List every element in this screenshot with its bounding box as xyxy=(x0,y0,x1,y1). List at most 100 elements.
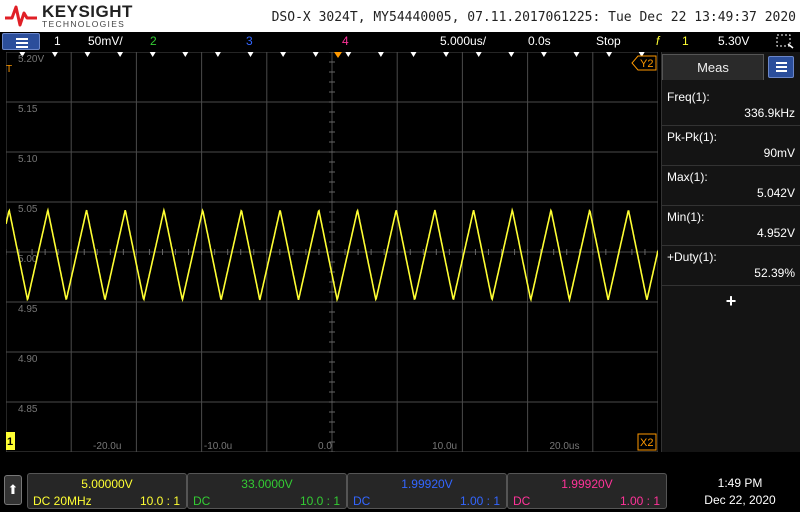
y-axis-labels: 5.20V 5.15 5.10 5.05 5.00 4.95 4.90 4.85 xyxy=(18,54,44,415)
trigger-source[interactable]: 1 xyxy=(682,34,689,48)
top-marker xyxy=(51,52,58,57)
measurement-label: Max(1): xyxy=(667,170,708,184)
measurement-value: 52.39% xyxy=(754,266,795,280)
brand-subtitle: TECHNOLOGIES xyxy=(42,19,126,29)
measurement-item[interactable]: Pk-Pk(1): 90mV xyxy=(662,126,800,166)
y-axis-label: 5.00 xyxy=(18,254,38,265)
tab-meas[interactable]: Meas xyxy=(662,54,764,80)
top-marker xyxy=(508,52,515,57)
measurement-item[interactable]: Freq(1): 336.9kHz xyxy=(662,86,800,126)
channel-offset: 5.00000V xyxy=(81,477,133,491)
trigger-position-marker[interactable] xyxy=(334,52,342,58)
clock-date: Dec 22, 2020 xyxy=(704,493,776,507)
x-axis-label: 20.0us xyxy=(549,441,579,452)
channel-coupling: DC 20MHz xyxy=(33,494,92,508)
measurement-label: Min(1): xyxy=(667,210,705,224)
main-menu-button[interactable] xyxy=(2,33,40,50)
top-marker xyxy=(149,52,156,57)
status-bar: 1 50mV/ 2 3 4 5.000us/ 0.0s Stop f 1 5.3… xyxy=(0,32,800,51)
top-marker xyxy=(443,52,450,57)
channel-probe-ratio: 10.0 : 1 xyxy=(299,494,340,508)
measurement-value: 4.952V xyxy=(756,226,795,240)
y-axis-label: 4.95 xyxy=(18,304,38,315)
channel-2-box[interactable]: 33.0000V DC 10.0 : 1 xyxy=(187,473,347,509)
measurements-panel: Meas Freq(1): 336.9kHz Pk-Pk(1): 90mV Max(1)… xyxy=(661,52,800,452)
ch1-number[interactable]: 1 xyxy=(54,34,61,48)
ch1-scale[interactable]: 50mV/ xyxy=(88,34,123,48)
x-axis-labels: -20.0u -10.0u 0.0 10.0u 20.0us xyxy=(93,441,579,452)
ch3-number[interactable]: 3 xyxy=(246,34,253,48)
top-marker xyxy=(312,52,319,57)
y-axis-label: 5.05 xyxy=(18,204,38,215)
panel-menu-button[interactable] xyxy=(768,56,794,78)
top-marker xyxy=(214,52,221,57)
timebase-scale[interactable]: 5.000us/ xyxy=(440,34,486,48)
keysight-logo-icon xyxy=(5,5,37,27)
clock-time: 1:49 PM xyxy=(717,476,763,490)
run-state[interactable]: Stop xyxy=(596,34,621,48)
add-measurement-button[interactable]: + xyxy=(722,292,740,310)
measurement-value: 5.042V xyxy=(756,186,795,200)
up-arrow-button[interactable]: ⬆ xyxy=(4,475,22,505)
measurement-label: Freq(1): xyxy=(667,90,710,104)
top-marker xyxy=(117,52,124,57)
top-marker xyxy=(84,52,91,57)
top-marker xyxy=(247,52,254,57)
channel-probe-ratio: 10.0 : 1 xyxy=(139,494,180,508)
top-marker xyxy=(540,52,547,57)
y-axis-label: 5.15 xyxy=(18,104,38,115)
ch1-marker-label: 1 xyxy=(7,436,13,448)
trigger-level[interactable]: 5.30V xyxy=(718,34,749,48)
top-marker xyxy=(182,52,189,57)
top-marker xyxy=(377,52,384,57)
y-axis-label: 5.20V xyxy=(18,54,44,65)
channel-1-box[interactable]: 5.00000V DC 20MHz 10.0 : 1 xyxy=(27,473,187,509)
ch1-ground-marker[interactable]: 1 xyxy=(6,432,15,450)
measurement-value: 336.9kHz xyxy=(744,106,795,120)
measurement-item[interactable]: +Duty(1): 52.39% xyxy=(662,246,800,286)
time-delay[interactable]: 0.0s xyxy=(528,34,551,48)
x-axis-label: 10.0u xyxy=(432,441,457,452)
channel-offset: 1.99920V xyxy=(561,477,613,491)
trigger-t-label: T xyxy=(6,64,12,75)
channel-coupling: DC xyxy=(513,494,531,508)
x-axis-label: -20.0u xyxy=(93,441,121,452)
bottom-bar: ⬆ 5.00000V DC 20MHz 10.0 : 1 33.0000V DC 10.0… xyxy=(0,470,800,512)
y-axis-label: 5.10 xyxy=(18,154,38,165)
measurement-item[interactable]: Min(1): 4.952V xyxy=(662,206,800,246)
channel-offset: 33.0000V xyxy=(241,477,293,491)
waveform-display[interactable]: 5.20V 5.15 5.10 5.05 5.00 4.95 4.90 4.85 -20.0u… xyxy=(6,52,658,452)
cursor-x2-marker[interactable]: X2 xyxy=(637,433,657,451)
top-marker xyxy=(410,52,417,57)
channel-3-box[interactable]: 1.99920V DC 1.00 : 1 xyxy=(347,473,507,509)
ch2-number[interactable]: 2 xyxy=(150,34,157,48)
top-marker xyxy=(280,52,287,57)
measurement-label: Pk-Pk(1): xyxy=(667,130,718,144)
channel-probe-ratio: 1.00 : 1 xyxy=(459,494,500,508)
channel-offset: 1.99920V xyxy=(401,477,453,491)
expand-icon[interactable] xyxy=(776,34,794,49)
channel-4-box[interactable]: 1.99920V DC 1.00 : 1 xyxy=(507,473,667,509)
trigger-edge-icon[interactable]: f xyxy=(656,34,659,48)
header-bar: KEYSIGHT TECHNOLOGIES DSO-X 3024T, MY544… xyxy=(0,0,800,32)
channel-probe-ratio: 1.00 : 1 xyxy=(619,494,660,508)
channel-coupling: DC xyxy=(353,494,371,508)
cursor-y2-label: Y2 xyxy=(640,58,653,70)
trigger-level-marker[interactable]: T xyxy=(6,64,12,75)
measurement-label: +Duty(1): xyxy=(667,250,717,264)
cursor-x2-label: X2 xyxy=(640,437,653,449)
y-axis-label: 4.85 xyxy=(18,404,38,415)
ch4-number[interactable]: 4 xyxy=(342,34,349,48)
top-marker xyxy=(606,52,613,57)
y-axis-label: 4.90 xyxy=(18,354,38,365)
channel-coupling: DC xyxy=(193,494,211,508)
top-marker xyxy=(345,52,352,57)
x-axis-label: 0.0 xyxy=(318,441,332,452)
top-marker xyxy=(573,52,580,57)
measurement-item[interactable]: Max(1): 5.042V xyxy=(662,166,800,206)
x-axis-label: -10.0u xyxy=(204,441,232,452)
cursor-y2-marker[interactable]: Y2 xyxy=(631,55,657,71)
instrument-title: DSO-X 3024T, MY54440005, 07.11.201706122… xyxy=(271,10,796,25)
measurement-value: 90mV xyxy=(763,146,795,160)
top-marker xyxy=(475,52,482,57)
